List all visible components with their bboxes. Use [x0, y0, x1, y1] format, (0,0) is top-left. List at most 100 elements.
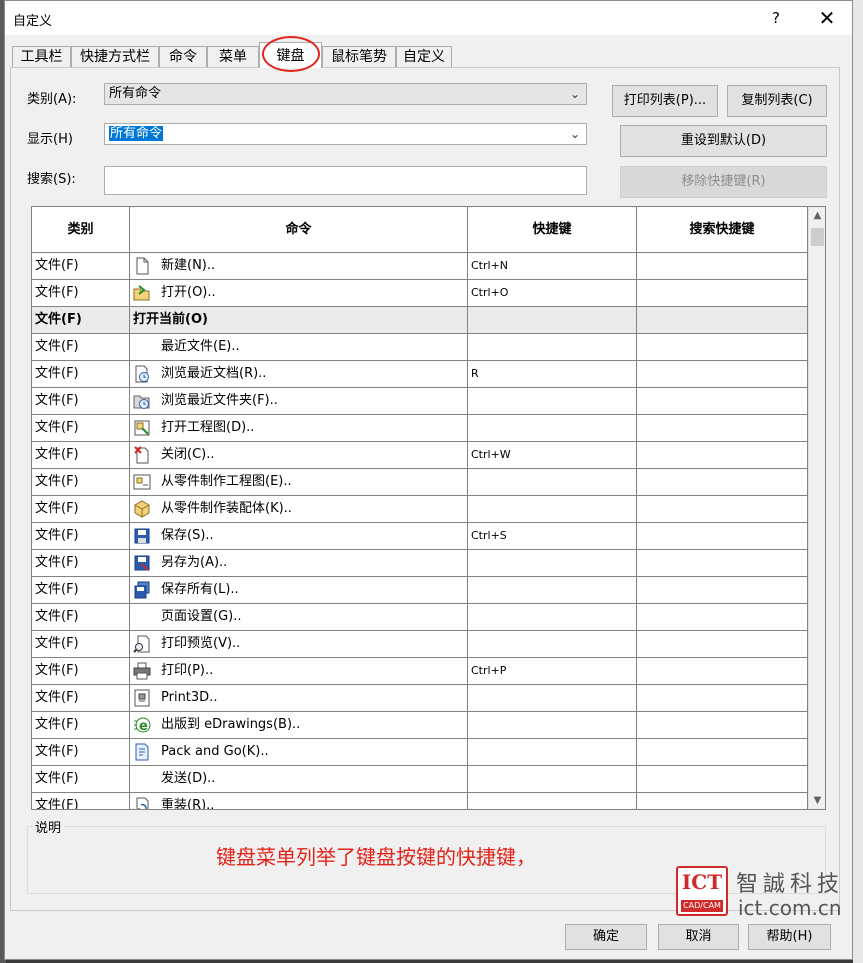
table-row[interactable]: 文件(F) 打开(O).. Ctrl+O	[32, 280, 808, 307]
column-header-shortcut[interactable]: 快捷键	[468, 207, 637, 252]
chevron-down-icon: ⌄	[569, 127, 581, 141]
print-list-button[interactable]: 打印列表(P)...	[612, 85, 718, 117]
tab-shortcut-bar[interactable]: 快捷方式栏	[71, 46, 159, 67]
cell-category: 文件(F)	[32, 577, 130, 603]
cell-command-text: 新建(N)..	[161, 258, 216, 273]
cell-search-shortcut	[637, 334, 808, 360]
column-header-command[interactable]: 命令	[130, 207, 468, 252]
cell-command: 浏览最近文件夹(F)..	[130, 388, 468, 414]
tab-customization[interactable]: 自定义	[396, 46, 452, 67]
table-row[interactable]: 文件(F) 最近文件(E)..	[32, 334, 808, 361]
cell-shortcut: Ctrl+P	[468, 658, 637, 684]
category-select[interactable]: 所有命令 ⌄	[104, 83, 587, 105]
table-row[interactable]: 文件(F) 另存为(A)..	[32, 550, 808, 577]
cell-category: 文件(F)	[32, 766, 130, 792]
help-button[interactable]: 帮助(H)	[748, 924, 831, 950]
close-icon[interactable]: ✕	[811, 5, 843, 31]
column-header-search-shortcut[interactable]: 搜索快捷键	[637, 207, 808, 252]
cell-command-text: 关闭(C)..	[161, 447, 215, 462]
cell-category: 文件(F)	[32, 388, 130, 414]
table-row[interactable]: 文件(F) 页面设置(G)..	[32, 604, 808, 631]
cell-category-text: 文件(F)	[35, 393, 79, 408]
cell-command-text: 打开工程图(D)..	[161, 420, 255, 435]
table-row[interactable]: 文件(F) 打开当前(O)	[32, 307, 808, 334]
cell-command-text: 打印(P)..	[161, 663, 214, 678]
scroll-down-icon[interactable]: ▼	[809, 792, 825, 809]
tab-toolbars[interactable]: 工具栏	[12, 46, 71, 67]
cell-category: 文件(F)	[32, 658, 130, 684]
table-row[interactable]: 文件(F) Pack and Go(K)..	[32, 739, 808, 766]
cell-category: 文件(F)	[32, 523, 130, 549]
table-row[interactable]: 文件(F) 打开工程图(D)..	[32, 415, 808, 442]
vertical-scrollbar[interactable]: ▲ ▼	[808, 207, 825, 809]
cell-category-text: 文件(F)	[35, 636, 79, 651]
table-row[interactable]: 文件(F) 新建(N).. Ctrl+N	[32, 253, 808, 280]
ok-button[interactable]: 确定	[565, 924, 647, 950]
grid-header: 类别 命令 快捷键 搜索快捷键	[32, 207, 808, 253]
cell-category: 文件(F)	[32, 712, 130, 738]
table-row[interactable]: 文件(F) 重装(R)..	[32, 793, 808, 809]
cell-shortcut-text: Ctrl+P	[471, 664, 507, 677]
cancel-button[interactable]: 取消	[658, 924, 739, 950]
cell-shortcut: Ctrl+O	[468, 280, 637, 306]
cell-command-text: 保存所有(L)..	[161, 582, 239, 597]
table-row[interactable]: 文件(F) 关闭(C).. Ctrl+W	[32, 442, 808, 469]
cell-command-text: 出版到 eDrawings(B)..	[161, 717, 301, 732]
cell-command: 打印(P)..	[130, 658, 468, 684]
cell-shortcut	[468, 577, 637, 603]
logo-chinese-name: 智誠科技	[736, 872, 845, 897]
remove-shortcut-button[interactable]: 移除快捷键(R)	[620, 166, 827, 198]
cell-category: 文件(F)	[32, 415, 130, 441]
cell-command: 打印预览(V)..	[130, 631, 468, 657]
cell-command: 打开工程图(D)..	[130, 415, 468, 441]
tab-commands[interactable]: 命令	[159, 46, 207, 67]
recent-document-icon	[133, 365, 151, 383]
cell-command: 发送(D)..	[130, 766, 468, 792]
cell-shortcut-text: Ctrl+N	[471, 259, 509, 272]
cell-category-text: 文件(F)	[35, 609, 79, 624]
reset-default-button[interactable]: 重设到默认(D)	[620, 125, 827, 157]
table-row[interactable]: 文件(F) e 出版到 eDrawings(B)..	[32, 712, 808, 739]
table-row[interactable]: 文件(F) 从零件制作工程图(E)..	[32, 469, 808, 496]
scroll-thumb[interactable]	[811, 228, 824, 246]
cell-command-text: 浏览最近文档(R)..	[161, 366, 267, 381]
cell-command: 打开(O)..	[130, 280, 468, 306]
cell-shortcut	[468, 631, 637, 657]
tab-mouse-gestures[interactable]: 鼠标笔势	[322, 46, 396, 67]
help-icon[interactable]: ?	[763, 5, 789, 31]
table-row[interactable]: 文件(F) 保存所有(L)..	[32, 577, 808, 604]
tab-menus[interactable]: 菜单	[207, 46, 259, 67]
display-select[interactable]: 所有命令 ⌄	[104, 123, 587, 145]
table-row[interactable]: 文件(F) 浏览最近文件夹(F)..	[32, 388, 808, 415]
cell-category: 文件(F)	[32, 442, 130, 468]
cell-shortcut	[468, 415, 637, 441]
cell-shortcut	[468, 604, 637, 630]
scroll-up-icon[interactable]: ▲	[809, 207, 825, 224]
table-row[interactable]: 文件(F) Print3D..	[32, 685, 808, 712]
cell-search-shortcut	[637, 496, 808, 522]
cell-command-text: Print3D..	[161, 690, 218, 705]
cell-command: 最近文件(E)..	[130, 334, 468, 360]
cell-shortcut	[468, 793, 637, 809]
cell-category-text: 文件(F)	[35, 771, 79, 786]
table-row[interactable]: 文件(F) 浏览最近文档(R).. R	[32, 361, 808, 388]
search-input[interactable]	[104, 166, 587, 195]
display-label: 显示(H)	[27, 132, 73, 147]
cell-category: 文件(F)	[32, 280, 130, 306]
cell-command-text: 打开(O)..	[161, 285, 216, 300]
table-row[interactable]: 文件(F) 打印预览(V)..	[32, 631, 808, 658]
table-row[interactable]: 文件(F) 打印(P).. Ctrl+P	[32, 658, 808, 685]
table-row[interactable]: 文件(F) 保存(S).. Ctrl+S	[32, 523, 808, 550]
cell-command-text: 从零件制作工程图(E)..	[161, 474, 292, 489]
table-row[interactable]: 文件(F) 发送(D)..	[32, 766, 808, 793]
copy-list-button[interactable]: 复制列表(C)	[727, 85, 827, 117]
cell-category-text: 文件(F)	[35, 744, 79, 759]
cell-shortcut: R	[468, 361, 637, 387]
cell-command-text: 最近文件(E)..	[161, 339, 240, 354]
cell-category-text: 文件(F)	[35, 717, 79, 732]
cell-category-text: 文件(F)	[35, 501, 79, 516]
cell-command-text: 打开当前(O)	[133, 312, 208, 327]
column-header-category[interactable]: 类别	[32, 207, 130, 252]
tab-keyboard[interactable]: 键盘	[259, 42, 322, 68]
table-row[interactable]: 文件(F) 从零件制作装配体(K)..	[32, 496, 808, 523]
